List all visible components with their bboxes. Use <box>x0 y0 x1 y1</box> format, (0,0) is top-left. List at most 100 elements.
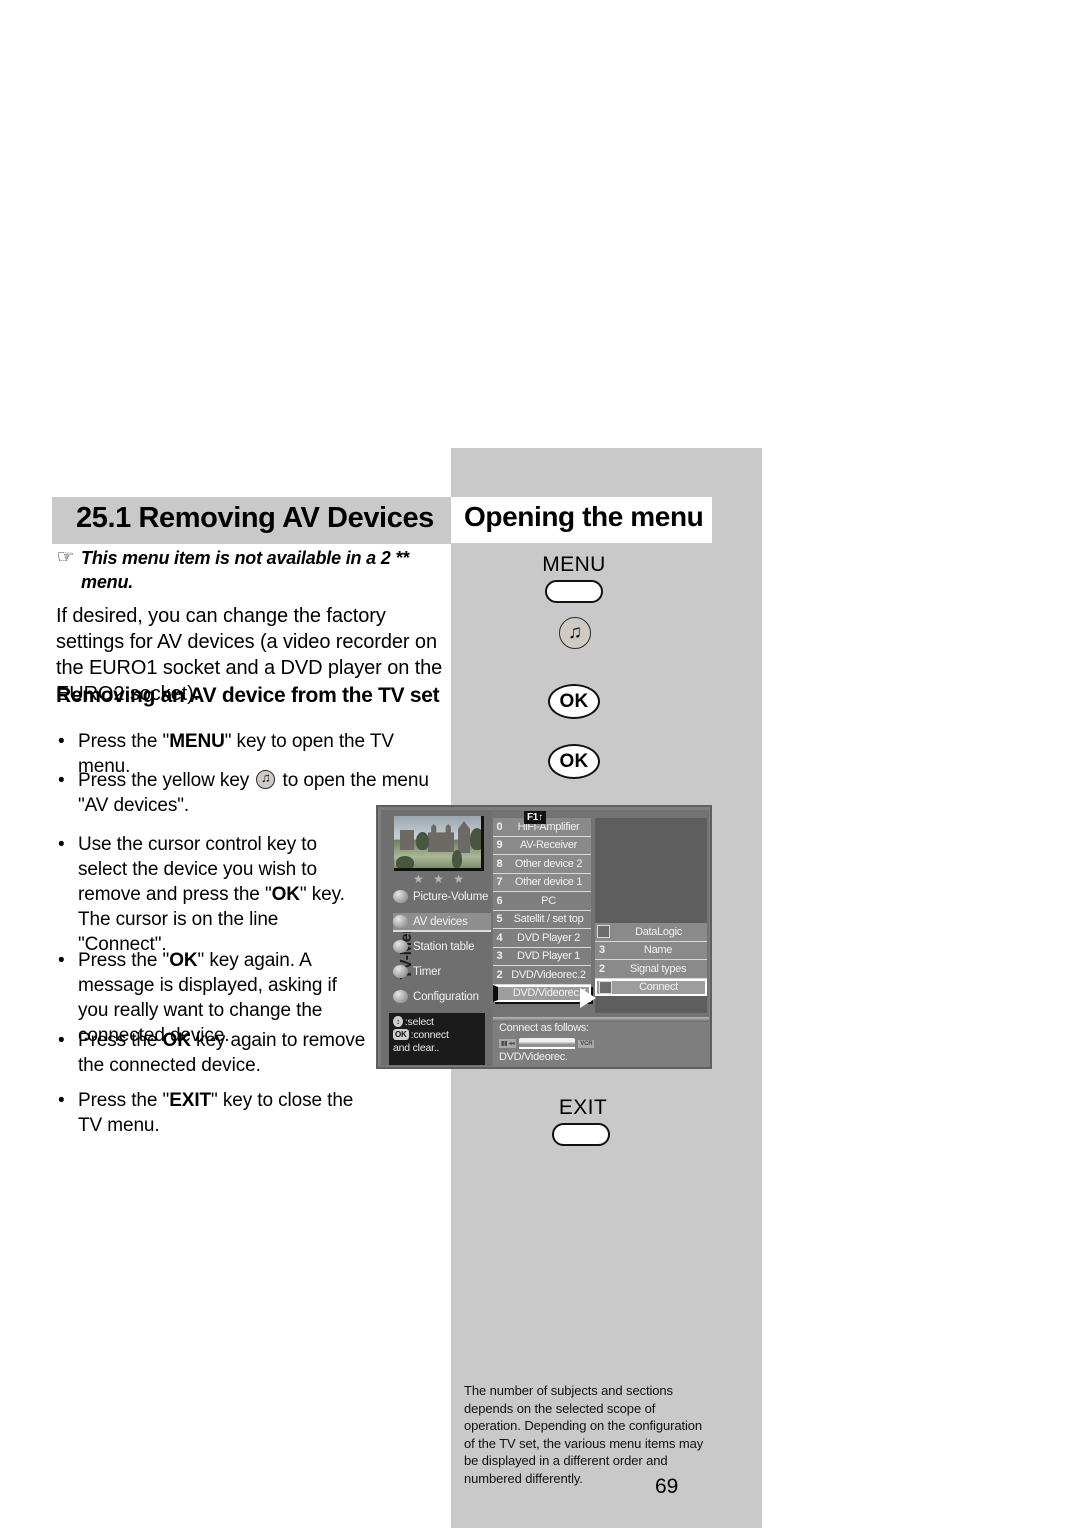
selection-arrow-icon <box>580 988 596 1008</box>
table-row[interactable]: 8 Other device 2 <box>493 855 591 874</box>
ok-key-button-first[interactable]: OK <box>548 684 600 719</box>
device-number: 6 <box>496 894 503 907</box>
scart-chip-icon: ▮▮ ◂◂ <box>499 1039 517 1048</box>
footer-note: The number of subjects and sections depe… <box>464 1383 704 1486</box>
bullet-key: MENU <box>169 731 225 752</box>
bullet-key: OK <box>169 950 198 971</box>
table-row[interactable]: 6 PC <box>493 892 591 911</box>
music-note-icon: ♫ <box>567 622 583 643</box>
device-label: DVD/Videorec.2 <box>511 968 586 981</box>
tv-bottom-caption: Connect as follows: ▮▮ ◂◂ VCR DVD/Videor… <box>493 1017 709 1066</box>
help-connect-text: :connect <box>410 1029 449 1041</box>
help-line-connect: OK:connect <box>393 1029 481 1042</box>
device-number: 0 <box>496 820 503 833</box>
tv-sidebar-label: Picture-Volume <box>413 890 489 903</box>
device-label: HiFi-Amplifier <box>517 820 580 833</box>
device-label: Satellit / set top <box>513 913 584 926</box>
availability-note-text: This menu item is not available in a 2 *… <box>81 548 409 592</box>
submenu-number: 3 <box>598 944 606 957</box>
bullet-dot-icon <box>393 965 408 978</box>
device-diagram: ▮▮ ◂◂ VCR <box>499 1037 649 1050</box>
f1-indicator-badge: F1↑ <box>524 811 546 824</box>
updown-arrow-icon: ↕ <box>393 1016 403 1027</box>
bullet-key: OK <box>162 1030 191 1051</box>
vcr-chip-icon: VCR <box>578 1039 595 1048</box>
device-label: AV-Receiver <box>519 839 578 852</box>
bullet-pre: Press the " <box>78 731 170 752</box>
list-item[interactable]: 3 Name <box>595 941 707 960</box>
table-row[interactable]: 9 AV-Receiver <box>493 836 591 855</box>
bullet-dot-icon <box>393 890 408 903</box>
bullet-dot-icon <box>393 915 408 928</box>
tv-menu-screenshot: ★ ★ ★ TV-Menu Picture-Volume AV devices … <box>376 805 712 1069</box>
device-number: 2 <box>496 968 503 981</box>
table-row[interactable]: 2 DVD/Videorec.2 <box>493 966 591 985</box>
device-label: Other device 2 <box>514 857 583 870</box>
tv-sidebar: ★ ★ ★ TV-Menu Picture-Volume AV devices … <box>381 810 491 1066</box>
right-panel-title: Opening the menu <box>464 501 704 532</box>
pointing-hand-icon: ☞ <box>56 547 75 568</box>
device-number: 5 <box>496 913 503 926</box>
table-row[interactable]: 4 DVD Player 2 <box>493 929 591 948</box>
submenu-number: 2 <box>598 962 606 975</box>
tv-sidebar-item-station-table[interactable]: Station table <box>393 938 491 955</box>
tv-sidebar-label: Configuration <box>413 990 479 1003</box>
tv-screen-inner: ★ ★ ★ TV-Menu Picture-Volume AV devices … <box>381 810 709 1066</box>
menu-key-button[interactable] <box>545 580 603 603</box>
tv-submenu-list: DataLogic 3 Name 2 Signal types Connect <box>595 923 707 996</box>
list-item-selected[interactable]: Connect <box>595 978 707 996</box>
tv-star-rating: ★ ★ ★ <box>413 872 467 886</box>
device-label: DVD Player 1 <box>516 950 581 963</box>
page-number: 69 <box>655 1475 679 1498</box>
help-line-select: ↕:select <box>393 1016 481 1029</box>
ok-chip-icon: OK <box>393 1029 409 1040</box>
tv-help-box: ↕:select OK:connect and clear.. <box>389 1013 485 1065</box>
connected-device-name: DVD/Videorec. <box>499 1051 568 1063</box>
tv-sidebar-item-av-devices[interactable]: AV devices <box>393 913 491 932</box>
list-item[interactable]: DataLogic <box>595 923 707 942</box>
bullet-key: OK <box>271 884 300 905</box>
yellow-music-key-button[interactable]: ♫ <box>559 617 591 649</box>
subsection-heading: Removing an AV device from the TV set <box>56 684 440 707</box>
tv-sidebar-item-configuration[interactable]: Configuration <box>393 988 491 1005</box>
device-number: 9 <box>496 839 503 852</box>
menu-key-label: MENU <box>542 553 606 576</box>
device-number: 3 <box>496 950 503 963</box>
table-row[interactable]: 3 DVD Player 1 <box>493 947 591 966</box>
list-item: Press the OK key again to remove the con… <box>58 1028 368 1078</box>
connect-as-follows-label: Connect as follows: <box>499 1022 589 1034</box>
availability-note: ☞ This menu item is not available in a 2… <box>57 546 447 594</box>
music-note-key-icon <box>256 768 276 789</box>
checkbox-icon <box>597 925 610 939</box>
exit-key-button[interactable] <box>552 1123 610 1146</box>
ok-key-button-second[interactable]: OK <box>548 744 600 779</box>
device-label: DVD Player 2 <box>516 931 581 944</box>
device-number: 7 <box>496 876 503 889</box>
bullet-dot-icon <box>393 990 408 1003</box>
exit-key-label: EXIT <box>558 1096 608 1119</box>
table-row[interactable]: 5 Satellit / set top <box>493 910 591 929</box>
device-label: DVD/Videorec.1 <box>512 987 588 1000</box>
submenu-label: Connect <box>639 981 678 994</box>
list-item: Press the "EXIT" key to close the TV men… <box>58 1088 368 1138</box>
tv-sidebar-item-timer[interactable]: Timer <box>393 963 491 980</box>
tv-device-list: 0 HiFi-Amplifier 9 AV-Receiver 8 Other d… <box>493 818 591 1002</box>
tv-preview-thumbnail <box>394 816 484 871</box>
help-line-clear: and clear.. <box>393 1042 440 1054</box>
device-number: 8 <box>496 857 503 870</box>
device-label: PC <box>541 894 556 907</box>
help-select-text: :select <box>404 1016 434 1028</box>
page-title: 25.1 Removing AV Devices <box>76 502 434 534</box>
list-item[interactable]: 2 Signal types <box>595 960 707 979</box>
checkbox-icon <box>599 980 612 994</box>
tv-sidebar-label: Station table <box>413 940 475 953</box>
tv-sidebar-item-picture-volume[interactable]: Picture-Volume <box>393 888 491 905</box>
player-device-icon <box>519 1038 576 1049</box>
table-row[interactable]: 7 Other device 1 <box>493 873 591 892</box>
device-label: Other device 1 <box>514 876 583 889</box>
tv-sidebar-label: Timer <box>413 965 441 978</box>
bullet-pre: Press the " <box>78 950 170 971</box>
bullet-pre: Press the " <box>78 1090 170 1111</box>
table-row-selected[interactable]: DVD/Videorec.1 <box>493 984 591 1002</box>
bullet-key: EXIT <box>169 1090 212 1111</box>
